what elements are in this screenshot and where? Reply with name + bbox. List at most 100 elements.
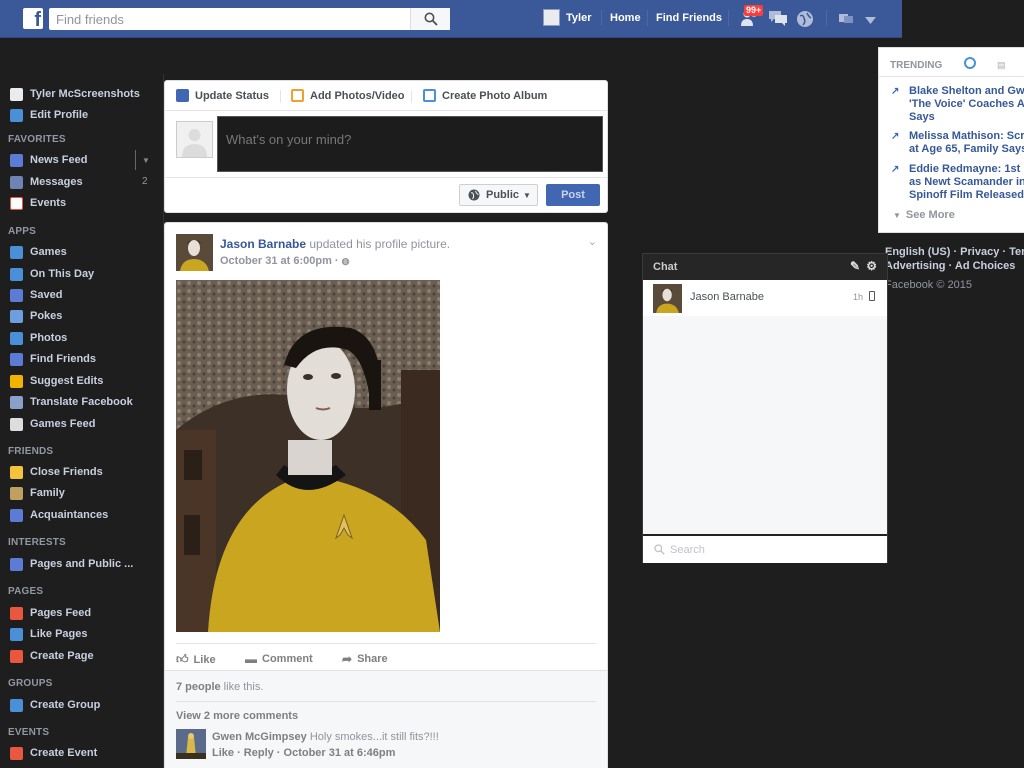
story-actions: 👍︎ Like ▬ Comment ➦ Share [176, 643, 596, 671]
calendar-icon [10, 196, 23, 210]
album-icon [423, 89, 436, 102]
sidebar-item-create-event[interactable]: Create Event [10, 745, 97, 761]
sidebar-item-like-pages[interactable]: Like Pages [10, 626, 87, 642]
games-icon [10, 245, 23, 259]
trending-filter-icon[interactable]: ▤ [997, 60, 1006, 71]
profile-link[interactable]: Tyler [566, 12, 591, 24]
sidebar-item-find-friends[interactable]: Find Friends [10, 351, 96, 367]
trending-box: TRENDING ▤ ↗ Blake Shelton and Gwen'The … [878, 47, 1024, 233]
footer-line-1[interactable]: English (US) · Privacy · Terms [885, 245, 1024, 259]
sidebar-item-create-page[interactable]: Create Page [10, 648, 94, 664]
friend-last-active: 1h [852, 292, 863, 302]
like-button[interactable]: 👍︎ Like [176, 652, 216, 667]
comment-button[interactable]: ▬ Comment [245, 652, 313, 666]
sidebar-item-translate[interactable]: Translate Facebook [10, 394, 133, 410]
status-input[interactable] [218, 117, 602, 171]
friend-name: Jason Barnabe [690, 291, 764, 303]
news-feed-options-icon[interactable]: ▼ [142, 156, 150, 165]
likes-count-link[interactable]: 7 people [176, 681, 221, 693]
notification-badge: 99+ [744, 5, 764, 16]
flag-icon [10, 606, 23, 620]
globe-notifications-icon[interactable] [796, 10, 814, 31]
sidebar-item-games[interactable]: Games [10, 244, 67, 260]
user-avatar-small[interactable] [543, 9, 560, 26]
footer-line-2[interactable]: Advertising · Ad Choices [885, 259, 1024, 273]
globe-icon [468, 189, 480, 201]
account-menu-icon[interactable] [865, 14, 876, 28]
sidebar-item-on-this-day[interactable]: On This Day [10, 266, 94, 282]
section-apps: APPS [8, 226, 37, 237]
composer-tabs: Update Status Add Photos/Video Create Ph… [165, 81, 607, 111]
sidebar-item-saved[interactable]: Saved [10, 287, 62, 303]
sidebar-item-events[interactable]: Events [10, 195, 66, 211]
sidebar-item-edit-profile[interactable]: Edit Profile [10, 107, 88, 123]
tab-create-album[interactable]: Create Photo Album [423, 89, 547, 102]
search-button[interactable] [410, 8, 450, 30]
photos-icon [10, 331, 23, 345]
trending-topic-filter-icon[interactable] [964, 57, 976, 69]
caret-down-icon: ▼ [523, 190, 531, 200]
messages-icon [10, 175, 23, 189]
sidebar-item-close-friends[interactable]: Close Friends [10, 464, 103, 480]
chat-header[interactable]: Chat ✎ ⚙ [643, 254, 887, 280]
find-friends-link[interactable]: Find Friends [656, 12, 722, 24]
story-headline: Jason Barnabe updated his profile pictur… [220, 237, 451, 251]
author-name[interactable]: Jason Barnabe [220, 237, 306, 251]
sidebar-item-pages-public[interactable]: Pages and Public ... [10, 556, 133, 572]
status-box [217, 116, 603, 172]
section-friends: FRIENDS [8, 446, 54, 457]
pencil-icon [10, 108, 23, 122]
search-input[interactable] [49, 8, 409, 30]
left-sidebar: Tyler McScreenshots Edit Profile FAVORIT… [0, 74, 164, 768]
trending-arrow-icon: ↗ [891, 164, 900, 175]
comment-actions[interactable]: Like · Reply · October 31 at 6:46pm [212, 747, 395, 759]
story-feedback: 7 people like this. View 2 more comments… [165, 670, 607, 768]
sidebar-item-acquaintances[interactable]: Acquaintances [10, 507, 108, 523]
chat-search-box [643, 534, 887, 563]
chat-search-input[interactable] [670, 543, 870, 556]
sidebar-item-news-feed[interactable]: News Feed [10, 152, 87, 168]
profile-photo[interactable] [176, 280, 440, 632]
view-more-comments-link[interactable]: View 2 more comments [176, 710, 298, 722]
copyright: Facebook © 2015 [885, 279, 972, 291]
thumbs-up-icon [10, 627, 23, 641]
trending-item[interactable]: ↗ Eddie Redmayne: 1st Las Newt Scamander… [891, 163, 1024, 201]
story-timestamp[interactable]: October 31 at 6:00pm · ◍ [220, 255, 350, 267]
see-more-link[interactable]: ▼ See More [893, 209, 955, 221]
facebook-logo[interactable]: f [23, 8, 43, 29]
sidebar-item-suggest-edits[interactable]: Suggest Edits [10, 373, 103, 389]
privacy-selector[interactable]: Public ▼ [459, 184, 538, 206]
divider [176, 701, 596, 702]
tab-divider [280, 90, 281, 103]
chat-friend-row[interactable]: Jason Barnabe 1h [643, 280, 887, 316]
share-button[interactable]: ➦ Share [342, 652, 388, 666]
sidebar-item-profile[interactable]: Tyler McScreenshots [10, 86, 140, 102]
gamepad-icon [10, 417, 23, 431]
sidebar-item-games-feed[interactable]: Games Feed [10, 416, 95, 432]
sidebar-item-family[interactable]: Family [10, 485, 65, 501]
sidebar-item-messages[interactable]: Messages [10, 174, 83, 190]
star-icon [10, 465, 23, 479]
commenter-avatar[interactable] [176, 729, 206, 759]
home-link[interactable]: Home [610, 12, 641, 24]
tab-add-photos[interactable]: Add Photos/Video [291, 89, 405, 102]
sidebar-item-pokes[interactable]: Pokes [10, 308, 62, 324]
gear-icon[interactable]: ⚙ [866, 259, 877, 273]
messages-icon[interactable] [768, 10, 788, 29]
sidebar-item-create-group[interactable]: Create Group [10, 697, 100, 713]
trending-item[interactable]: ↗ Melissa Mathison: Scre at Age 65, Famil… [891, 130, 1024, 155]
profile-photo-image [176, 280, 440, 632]
sidebar-item-photos[interactable]: Photos [10, 330, 67, 346]
story-options-icon[interactable]: ⌄ [588, 235, 597, 248]
sidebar-item-pages-feed[interactable]: Pages Feed [10, 605, 91, 621]
trending-arrow-icon: ↗ [891, 86, 900, 97]
post-button[interactable]: Post [546, 184, 600, 206]
tab-update-status[interactable]: Update Status [176, 89, 269, 102]
search-icon [654, 544, 665, 555]
new-message-icon[interactable]: ✎ [850, 259, 860, 273]
author-avatar[interactable] [176, 234, 213, 271]
translate-icon [10, 395, 23, 409]
privacy-shortcuts-icon[interactable] [838, 11, 854, 28]
trending-item[interactable]: ↗ Blake Shelton and Gwen'The Voice' Coac… [891, 85, 1024, 123]
commenter-name[interactable]: Gwen McGimpsey [212, 731, 307, 743]
